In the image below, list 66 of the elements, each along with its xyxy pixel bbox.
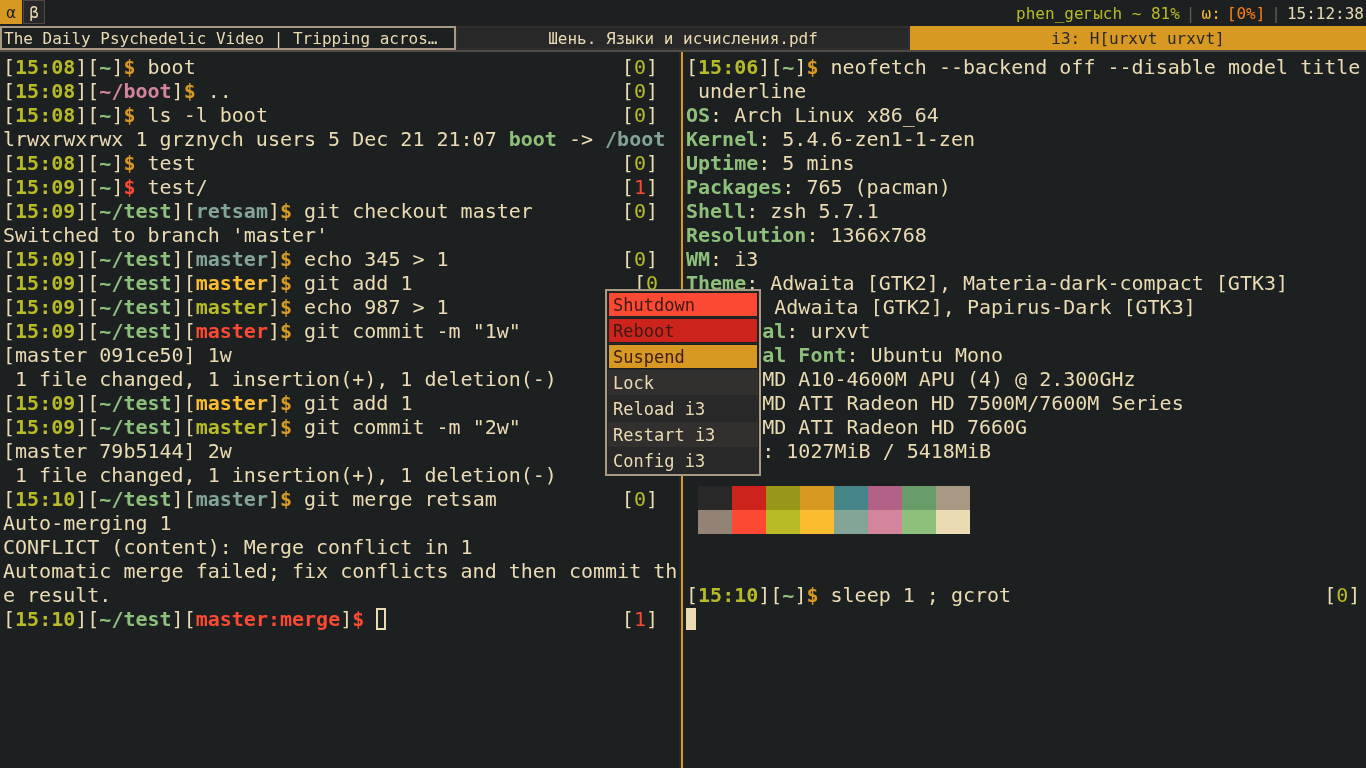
exit-status: [1]: [621, 607, 658, 631]
terminal-line: [15:06][~]$ neofetch --backend off --disable model title: [686, 55, 1361, 79]
terminal-line: [15:08][~/boot]$ ..: [3, 79, 232, 103]
window-tab[interactable]: i3: H[urxvt urxvt]: [910, 26, 1366, 50]
terminal-line: [15:08][~]$ test: [3, 151, 196, 175]
terminal-line: [15:09][~/test][master]$ git add 1: [3, 271, 413, 295]
menu-item[interactable]: Restart i3: [608, 422, 758, 447]
exit-status: [0]: [1324, 583, 1361, 607]
terminal-line: Packages: 765 (pacman): [686, 175, 951, 199]
terminal-line: [15:09][~/test][master]$ echo 987 > 1: [3, 295, 449, 319]
terminal-line: [15:09][~/test][retsam]$ git checkout master: [3, 199, 533, 223]
menu-item[interactable]: Suspend: [608, 344, 758, 369]
terminal-line: al: urxvt: [762, 319, 871, 343]
status-separator: |: [1271, 3, 1281, 23]
terminal-line: Shell: zsh 5.7.1: [686, 199, 879, 223]
exit-status: [0]: [621, 151, 658, 175]
terminal-line: [15:09][~/test][master]$ git add 1: [3, 391, 413, 415]
workspace-button[interactable]: β: [23, 0, 45, 24]
terminal-line: Uptime: 5 mins: [686, 151, 855, 175]
workspace-button[interactable]: α: [0, 0, 22, 24]
status-text: phen_geгысh ~ 81%: [1016, 3, 1180, 23]
terminal-line: MD ATI Radeon HD 7660G: [762, 415, 1028, 439]
exit-status: [0]: [621, 247, 658, 271]
status-text: [0%]: [1226, 3, 1266, 23]
terminal-line: Automatic merge failed; fix conflicts and then commit th: [3, 559, 678, 583]
status-text: 15:12:38: [1286, 3, 1364, 23]
exit-status: [0]: [621, 79, 658, 103]
terminal-line: [15:10][~]$ sleep 1 ; gcrot: [686, 583, 1012, 607]
terminal-line: CONFLICT (content): Merge conflict in 1: [3, 535, 473, 559]
terminal-line: [15:09][~]$ test/: [3, 175, 208, 199]
terminal-line: Auto-merging 1: [3, 511, 172, 535]
terminal-line: [15:08][~]$ boot: [3, 55, 196, 79]
terminal-line: Kernel: 5.4.6-zen1-1-zen: [686, 127, 975, 151]
exit-status: [0]: [621, 55, 658, 79]
terminal-line: Adwaita [GTK2], Papirus-Dark [GTK3]: [773, 295, 1196, 319]
terminal-line: Resolution: 1366x768: [686, 223, 927, 247]
terminal-line: lrwxrwxrwx 1 grznych users 5 Dec 21 21:07 boot -> /boot: [3, 127, 666, 151]
terminal-line: 1 file changed, 1 insertion(+), 1 deletion(-): [14, 367, 557, 391]
menu-item[interactable]: Lock: [608, 370, 758, 395]
window-tab[interactable]: The Daily Psychedelic Video | Tripping acros…: [0, 26, 456, 50]
terminal-line: [15:10][~/test][master]$ git merge retsam: [3, 487, 497, 511]
exit-status: [0]: [621, 487, 658, 511]
terminal-line: OS: Arch Linux x86_64: [686, 103, 939, 127]
terminal-line: underline: [697, 79, 807, 103]
window-tab[interactable]: Шень. Языки и исчисления.pdf: [456, 26, 910, 50]
terminal-line: e result.: [3, 583, 112, 607]
exit-status: [0]: [621, 103, 658, 127]
terminal-line: [15:09][~/test][master]$ git commit -m "1w": [3, 319, 521, 343]
terminal-line: [15:09][~/test][master]$ echo 345 > 1: [3, 247, 449, 271]
menu-item[interactable]: Shutdown: [608, 292, 758, 317]
exit-status: [0]: [621, 199, 658, 223]
terminal-line: WM: i3: [686, 247, 759, 271]
terminal-line: 1 file changed, 1 insertion(+), 1 deletion(-): [14, 463, 557, 487]
terminal-line: [master 79b5144] 2w: [3, 439, 232, 463]
terminal-line: [master 091ce50] 1w: [3, 343, 232, 367]
terminal-line: MD A10-4600M APU (4) @ 2.300GHz: [762, 367, 1136, 391]
terminal-line: [15:10][~/test][master:merge]$: [3, 607, 365, 631]
terminal-line: : 1027MiB / 5418MiB: [762, 439, 991, 463]
status-separator: |: [1185, 3, 1196, 23]
exit-status: [1]: [621, 175, 658, 199]
status-text: ω:: [1201, 3, 1221, 23]
terminal-line: MD ATI Radeon HD 7500M/7600M Series: [762, 391, 1184, 415]
terminal-line: al Font: Ubuntu Mono: [762, 343, 1004, 367]
terminal-line: Switched to branch 'master': [3, 223, 329, 247]
terminal-line: [15:09][~/test][master]$ git commit -m "2w": [3, 415, 521, 439]
terminal-line: [15:08][~]$ ls -l boot: [3, 103, 268, 127]
